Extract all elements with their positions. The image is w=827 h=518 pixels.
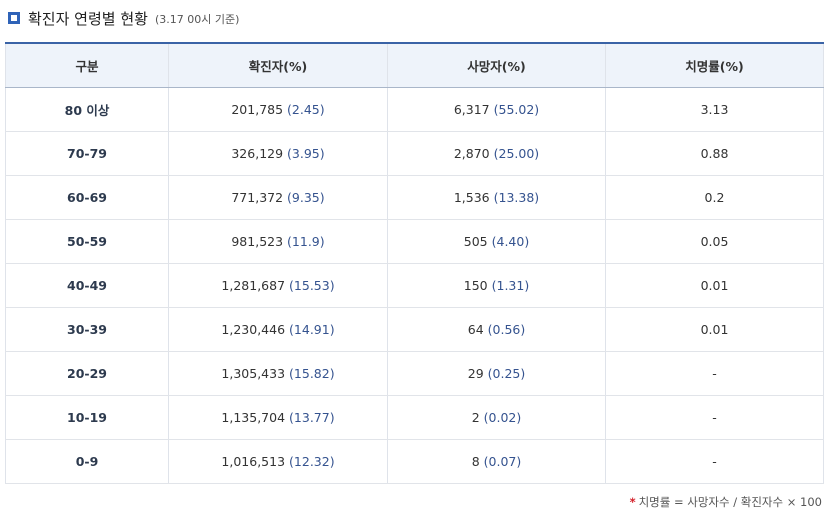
table-row: 70-79 326,129 (3.95) 2,870 (25.00) 0.88 bbox=[5, 131, 824, 176]
cases-percent: (13.77) bbox=[289, 410, 335, 425]
table-row: 60-69 771,372 (9.35) 1,536 (13.38) 0.2 bbox=[5, 175, 824, 220]
age-group-cell: 40-49 bbox=[5, 263, 169, 308]
column-header-fatality: 치명률(%) bbox=[605, 42, 824, 88]
age-group-cell: 60-69 bbox=[5, 175, 169, 220]
age-group-cell: 80 이상 bbox=[5, 87, 169, 132]
deaths-count: 2 bbox=[471, 410, 480, 425]
age-group-cell: 30-39 bbox=[5, 307, 169, 352]
deaths-cell: 6,317 (55.02) bbox=[387, 87, 606, 132]
age-group-cell: 10-19 bbox=[5, 395, 169, 440]
cases-cell: 1,135,704 (13.77) bbox=[168, 395, 388, 440]
cases-cell: 771,372 (9.35) bbox=[168, 175, 388, 220]
deaths-count: 150 bbox=[463, 278, 488, 293]
fatality-cell: 0.01 bbox=[605, 307, 824, 352]
cases-percent: (11.9) bbox=[287, 234, 325, 249]
cases-cell: 1,016,513 (12.32) bbox=[168, 439, 388, 484]
cases-count: 1,135,704 bbox=[221, 410, 286, 425]
deaths-percent: (25.00) bbox=[493, 146, 540, 161]
cases-count: 1,016,513 bbox=[221, 454, 286, 469]
cases-percent: (12.32) bbox=[289, 454, 335, 469]
cases-percent: (15.82) bbox=[289, 366, 335, 381]
cases-percent: (15.53) bbox=[289, 278, 335, 293]
deaths-cell: 1,536 (13.38) bbox=[387, 175, 606, 220]
cases-percent: (2.45) bbox=[287, 102, 325, 117]
table-header-row: 구분 확진자(%) 사망자(%) 치명률(%) bbox=[5, 42, 824, 88]
footnote-text: 치명률 = 사망자수 / 확진자수 × 100 bbox=[638, 495, 822, 509]
age-group-cell: 0-9 bbox=[5, 439, 169, 484]
deaths-percent: (0.02) bbox=[483, 410, 522, 425]
cases-percent: (9.35) bbox=[287, 190, 325, 205]
age-stats-table: 구분 확진자(%) 사망자(%) 치명률(%) 80 이상 201,785 (2.… bbox=[5, 42, 824, 484]
table-row: 10-19 1,135,704 (13.77) 2 (0.02) - bbox=[5, 395, 824, 440]
deaths-cell: 150 (1.31) bbox=[387, 263, 606, 308]
deaths-count: 505 bbox=[463, 234, 488, 249]
table-row: 40-49 1,281,687 (15.53) 150 (1.31) 0.01 bbox=[5, 263, 824, 308]
table-row: 50-59 981,523 (11.9) 505 (4.40) 0.05 bbox=[5, 219, 824, 264]
deaths-cell: 64 (0.56) bbox=[387, 307, 606, 352]
deaths-count: 2,870 bbox=[453, 146, 490, 161]
cases-count: 1,230,446 bbox=[221, 322, 286, 337]
deaths-count: 8 bbox=[471, 454, 480, 469]
column-header-cases: 확진자(%) bbox=[168, 42, 388, 88]
fatality-cell: - bbox=[605, 351, 824, 396]
fatality-cell: 3.13 bbox=[605, 87, 824, 132]
cases-count: 201,785 bbox=[231, 102, 284, 117]
deaths-cell: 2 (0.02) bbox=[387, 395, 606, 440]
fatality-cell: - bbox=[605, 439, 824, 484]
cases-cell: 1,305,433 (15.82) bbox=[168, 351, 388, 396]
deaths-count: 6,317 bbox=[453, 102, 490, 117]
cases-count: 326,129 bbox=[231, 146, 284, 161]
fatality-cell: 0.05 bbox=[605, 219, 824, 264]
cases-cell: 201,785 (2.45) bbox=[168, 87, 388, 132]
deaths-percent: (13.38) bbox=[493, 190, 540, 205]
cases-cell: 1,281,687 (15.53) bbox=[168, 263, 388, 308]
deaths-percent: (1.31) bbox=[491, 278, 530, 293]
cases-cell: 1,230,446 (14.91) bbox=[168, 307, 388, 352]
table-row: 20-29 1,305,433 (15.82) 29 (0.25) - bbox=[5, 351, 824, 396]
section-title: 확진자 연령별 현황 (3.17 00시 기준) bbox=[8, 6, 239, 30]
column-header-deaths: 사망자(%) bbox=[387, 42, 606, 88]
cases-count: 1,305,433 bbox=[221, 366, 286, 381]
deaths-percent: (55.02) bbox=[493, 102, 540, 117]
fatality-cell: 0.2 bbox=[605, 175, 824, 220]
fatality-cell: 0.88 bbox=[605, 131, 824, 176]
deaths-cell: 29 (0.25) bbox=[387, 351, 606, 396]
deaths-percent: (0.25) bbox=[487, 366, 526, 381]
page-title: 확진자 연령별 현황 bbox=[28, 9, 148, 28]
deaths-count: 29 bbox=[467, 366, 484, 381]
column-header-group: 구분 bbox=[5, 42, 169, 88]
deaths-cell: 8 (0.07) bbox=[387, 439, 606, 484]
table-row: 80 이상 201,785 (2.45) 6,317 (55.02) 3.13 bbox=[5, 87, 824, 132]
footnote-mark: * bbox=[629, 495, 636, 509]
cases-cell: 326,129 (3.95) bbox=[168, 131, 388, 176]
table-body: 80 이상 201,785 (2.45) 6,317 (55.02) 3.13 70-7… bbox=[5, 87, 824, 484]
cases-count: 1,281,687 bbox=[221, 278, 286, 293]
fatality-cell: 0.01 bbox=[605, 263, 824, 308]
square-bullet-icon bbox=[8, 12, 20, 24]
cases-count: 771,372 bbox=[231, 190, 284, 205]
cases-percent: (3.95) bbox=[287, 146, 325, 161]
deaths-cell: 505 (4.40) bbox=[387, 219, 606, 264]
deaths-percent: (4.40) bbox=[491, 234, 530, 249]
age-group-cell: 50-59 bbox=[5, 219, 169, 264]
fatality-cell: - bbox=[605, 395, 824, 440]
deaths-percent: (0.07) bbox=[483, 454, 522, 469]
deaths-cell: 2,870 (25.00) bbox=[387, 131, 606, 176]
table-row: 30-39 1,230,446 (14.91) 64 (0.56) 0.01 bbox=[5, 307, 824, 352]
deaths-count: 64 bbox=[467, 322, 484, 337]
age-group-cell: 70-79 bbox=[5, 131, 169, 176]
cases-count: 981,523 bbox=[231, 234, 284, 249]
table-row: 0-9 1,016,513 (12.32) 8 (0.07) - bbox=[5, 439, 824, 484]
cases-cell: 981,523 (11.9) bbox=[168, 219, 388, 264]
deaths-percent: (0.56) bbox=[487, 322, 526, 337]
footnote: * 치명률 = 사망자수 / 확진자수 × 100 bbox=[630, 494, 822, 510]
page-subtitle: (3.17 00시 기준) bbox=[154, 13, 240, 26]
deaths-count: 1,536 bbox=[453, 190, 490, 205]
age-group-cell: 20-29 bbox=[5, 351, 169, 396]
cases-percent: (14.91) bbox=[289, 322, 335, 337]
